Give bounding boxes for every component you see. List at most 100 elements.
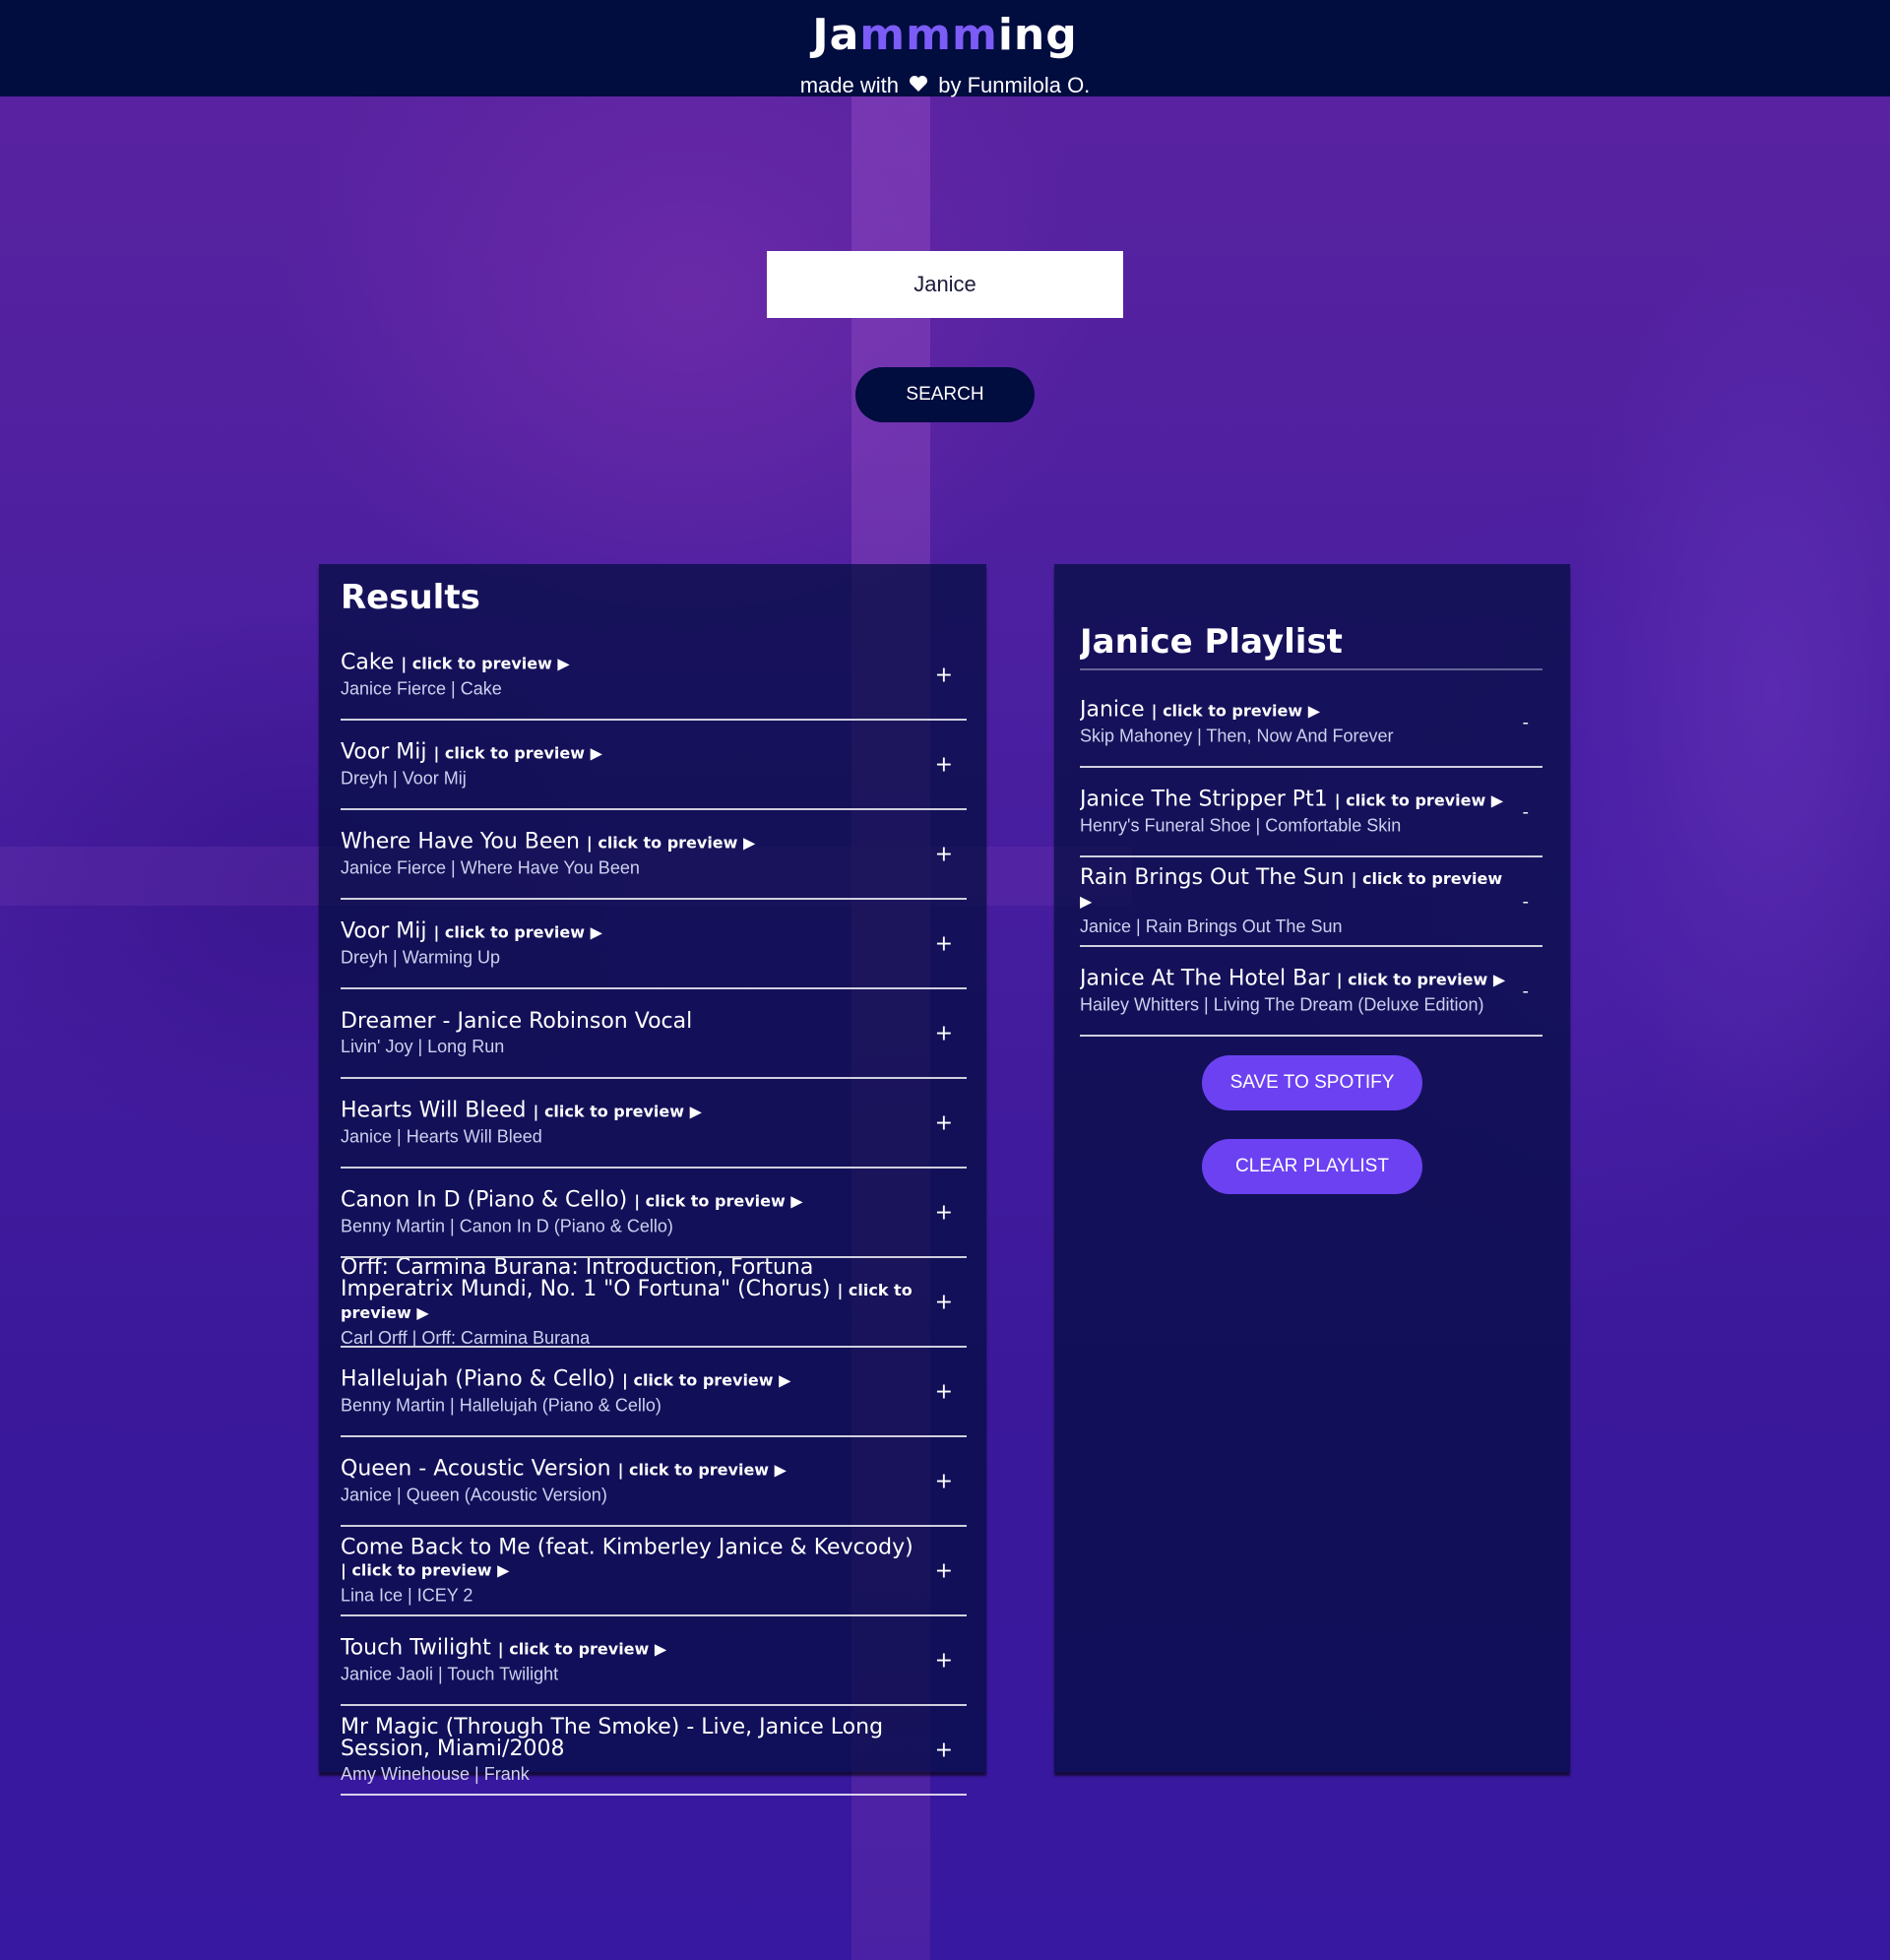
track-row: Orff: Carmina Burana: Introduction, Fort… — [341, 1258, 967, 1348]
track-row: Janice | click to preview ▶ Skip Mahoney … — [1080, 678, 1543, 768]
track-title-line: Voor Mij | click to preview ▶ — [341, 741, 921, 764]
track-row: Cake | click to preview ▶ Janice Fierce |… — [341, 631, 967, 721]
track-info: Janice | click to preview ▶ Skip Mahoney … — [1080, 699, 1513, 746]
track-row: Touch Twilight | click to preview ▶ Janic… — [341, 1616, 967, 1706]
track-info: Where Have You Been | click to preview ▶… — [341, 831, 921, 878]
search-input[interactable] — [767, 251, 1123, 318]
add-track-button[interactable]: + — [931, 1648, 957, 1673]
results-title: Results — [341, 578, 480, 617]
track-preview-link[interactable]: | click to preview ▶ — [534, 1102, 702, 1120]
track-info: Come Back to Me (feat. Kimberley Janice … — [341, 1537, 921, 1606]
track-name: Dreamer - Janice Robinson Vocal — [341, 1008, 693, 1034]
save-to-spotify-button[interactable]: SAVE TO SPOTIFY — [1202, 1055, 1422, 1110]
track-artist-album: Carl Orff | Orff: Carmina Burana — [341, 1327, 591, 1348]
track-title-line: Janice | click to preview ▶ — [1080, 699, 1513, 722]
track-name: Cake — [341, 650, 395, 674]
track-preview-link[interactable]: | click to preview ▶ — [401, 654, 569, 672]
track-preview-link[interactable]: | click to preview ▶ — [1152, 701, 1320, 720]
track-artist-album: Hailey Whitters | Living The Dream (Delu… — [1080, 994, 1484, 1014]
track-row: Rain Brings Out The Sun | click to previ… — [1080, 857, 1543, 947]
track-info: Orff: Carmina Burana: Introduction, Fort… — [341, 1258, 921, 1348]
track-title-line: Voor Mij | click to preview ▶ — [341, 920, 921, 943]
track-preview-link[interactable]: | click to preview ▶ — [341, 1560, 509, 1579]
track-title-line: Hallelujah (Piano & Cello) | click to pr… — [341, 1368, 921, 1391]
track-artist-album: Livin' Joy | Long Run — [341, 1036, 505, 1056]
add-track-button[interactable]: + — [931, 1469, 957, 1493]
track-row: Janice At The Hotel Bar | click to previ… — [1080, 947, 1543, 1037]
track-preview-link[interactable]: | click to preview ▶ — [434, 922, 602, 941]
track-name: Rain Brings Out The Sun — [1080, 864, 1345, 890]
remove-track-button[interactable]: - — [1519, 801, 1534, 822]
track-preview-link[interactable]: | click to preview ▶ — [498, 1639, 666, 1658]
track-artist-album: Lina Ice | ICEY 2 — [341, 1585, 473, 1605]
track-name: Canon In D (Piano & Cello) — [341, 1187, 628, 1212]
remove-track-button[interactable]: - — [1519, 712, 1534, 732]
track-title-line: Janice At The Hotel Bar | click to previ… — [1080, 968, 1513, 990]
track-info: Rain Brings Out The Sun | click to previ… — [1080, 864, 1513, 936]
track-name: Janice At The Hotel Bar — [1080, 966, 1330, 990]
track-artist-album: Janice Jaoli | Touch Twilight — [341, 1664, 559, 1683]
track-info: Janice At The Hotel Bar | click to previ… — [1080, 968, 1513, 1015]
track-info: Voor Mij | click to preview ▶ Dreyh | Voo… — [341, 741, 921, 789]
results-panel: Results Cake | click to preview ▶ Janice … — [319, 564, 986, 1796]
track-title-line: Come Back to Me (feat. Kimberley Janice … — [341, 1537, 921, 1581]
track-preview-link[interactable]: | click to preview ▶ — [1335, 790, 1503, 809]
track-artist-album: Henry's Funeral Shoe | Comfortable Skin — [1080, 815, 1402, 835]
app-header: Jammming made with by Funmilola O. — [0, 0, 1890, 98]
track-artist-album: Skip Mahoney | Then, Now And Forever — [1080, 726, 1394, 745]
logo-accent: mmm — [859, 10, 998, 60]
add-track-button[interactable]: + — [931, 1290, 957, 1314]
track-artist-album: Janice | Rain Brings Out The Sun — [1080, 916, 1343, 936]
track-artist-album: Benny Martin | Canon In D (Piano & Cello… — [341, 1216, 673, 1235]
results-track-list: Cake | click to preview ▶ Janice Fierce |… — [341, 631, 967, 1796]
track-title-line: Cake | click to preview ▶ — [341, 652, 921, 674]
clear-playlist-button[interactable]: CLEAR PLAYLIST — [1202, 1139, 1422, 1194]
add-track-button[interactable]: + — [931, 1738, 957, 1762]
playlist-panel: Janice | click to preview ▶ Skip Mahoney … — [1054, 564, 1570, 1772]
remove-track-button[interactable]: - — [1519, 891, 1534, 912]
track-name: Orff: Carmina Burana: Introduction, Fort… — [341, 1258, 831, 1301]
track-preview-link[interactable]: | click to preview ▶ — [618, 1460, 787, 1479]
add-track-button[interactable]: + — [931, 1379, 957, 1404]
track-row: Come Back to Me (feat. Kimberley Janice … — [341, 1527, 967, 1616]
track-preview-link[interactable]: | click to preview ▶ — [622, 1370, 790, 1389]
remove-track-button[interactable]: - — [1519, 980, 1534, 1001]
track-row: Janice The Stripper Pt1 | click to previ… — [1080, 768, 1543, 857]
track-name: Hearts Will Bleed — [341, 1098, 527, 1122]
app-tagline: made with by Funmilola O. — [799, 73, 1091, 98]
add-track-button[interactable]: + — [931, 1558, 957, 1583]
track-artist-album: Amy Winehouse | Frank — [341, 1763, 530, 1784]
search-button[interactable]: SEARCH — [855, 367, 1035, 422]
track-title-line: Queen - Acoustic Version | click to prev… — [341, 1458, 921, 1481]
heart-icon — [909, 73, 928, 98]
track-row: Canon In D (Piano & Cello) | click to pr… — [341, 1169, 967, 1258]
add-track-button[interactable]: + — [931, 1200, 957, 1225]
track-row: Where Have You Been | click to preview ▶… — [341, 810, 967, 900]
track-name: Mr Magic (Through The Smoke) - Live, Jan… — [341, 1714, 884, 1761]
track-preview-link[interactable]: | click to preview ▶ — [587, 833, 755, 852]
track-preview-link[interactable]: | click to preview ▶ — [634, 1191, 802, 1210]
track-preview-link[interactable]: | click to preview ▶ — [1337, 970, 1505, 988]
add-track-button[interactable]: + — [931, 931, 957, 956]
add-track-button[interactable]: + — [931, 1021, 957, 1045]
add-track-button[interactable]: + — [931, 752, 957, 777]
track-info: Queen - Acoustic Version | click to prev… — [341, 1458, 921, 1505]
track-row: Voor Mij | click to preview ▶ Dreyh | Voo… — [341, 721, 967, 810]
track-name: Voor Mij — [341, 739, 427, 764]
track-title-line: Canon In D (Piano & Cello) | click to pr… — [341, 1189, 921, 1212]
track-artist-album: Janice Fierce | Cake — [341, 678, 502, 698]
track-info: Canon In D (Piano & Cello) | click to pr… — [341, 1189, 921, 1236]
track-title-line: Where Have You Been | click to preview ▶ — [341, 831, 921, 854]
track-name: Hallelujah (Piano & Cello) — [341, 1366, 616, 1391]
add-track-button[interactable]: + — [931, 663, 957, 687]
track-title-line: Hearts Will Bleed | click to preview ▶ — [341, 1100, 921, 1122]
add-track-button[interactable]: + — [931, 1110, 957, 1135]
track-info: Mr Magic (Through The Smoke) - Live, Jan… — [341, 1714, 921, 1784]
playlist-name-input[interactable] — [1080, 615, 1543, 670]
track-row: Hallelujah (Piano & Cello) | click to pr… — [341, 1348, 967, 1437]
track-name: Queen - Acoustic Version — [341, 1456, 611, 1481]
track-preview-link[interactable]: | click to preview ▶ — [434, 743, 602, 762]
track-artist-album: Benny Martin | Hallelujah (Piano & Cello… — [341, 1395, 662, 1415]
track-artist-album: Janice | Queen (Acoustic Version) — [341, 1485, 607, 1504]
add-track-button[interactable]: + — [931, 842, 957, 866]
